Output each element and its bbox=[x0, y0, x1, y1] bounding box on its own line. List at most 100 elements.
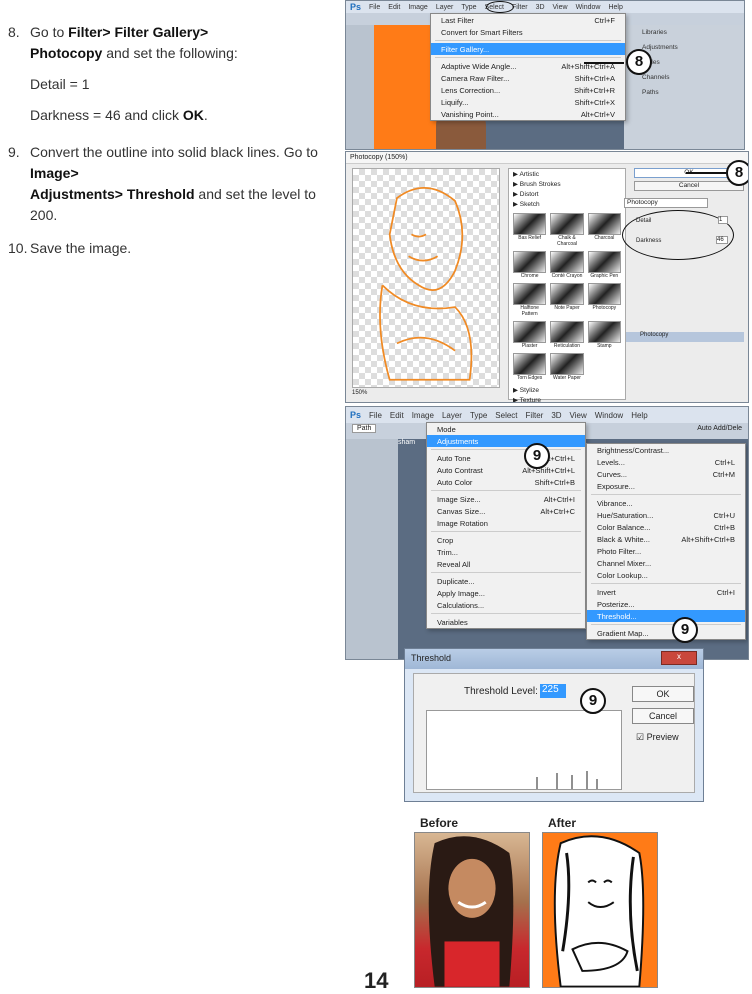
menu-item[interactable]: Image Rotation bbox=[427, 517, 585, 529]
menu-edit[interactable]: Edit bbox=[390, 411, 404, 420]
filter-thumb[interactable]: Note Paper bbox=[550, 283, 584, 317]
filter-thumb[interactable]: Water Paper bbox=[550, 353, 584, 381]
menu-item[interactable]: Photo Filter... bbox=[587, 545, 745, 557]
menu-item[interactable]: Crop bbox=[427, 534, 585, 546]
menu-item[interactable]: Color Balance... Ctrl+B bbox=[587, 521, 745, 533]
threshold-input[interactable]: 225 bbox=[540, 684, 566, 698]
filter-thumb[interactable]: Graphic Pen bbox=[587, 251, 621, 279]
filter-folder[interactable]: ▶ Artistic bbox=[509, 169, 625, 179]
cancel-button[interactable]: Cancel bbox=[634, 181, 744, 191]
menu-layer[interactable]: Layer bbox=[436, 4, 454, 11]
filter-thumb[interactable]: Reticulation bbox=[550, 321, 584, 349]
menu-view[interactable]: View bbox=[553, 4, 568, 11]
menu-item[interactable]: Hue/Saturation... Ctrl+U bbox=[587, 509, 745, 521]
menu-item[interactable]: Camera Raw Filter... Shift+Ctrl+A bbox=[431, 72, 625, 84]
path-select[interactable]: Path bbox=[352, 424, 377, 433]
zoom-level[interactable]: 150% bbox=[352, 390, 367, 396]
menu-item[interactable]: Convert for Smart Filters bbox=[431, 26, 625, 38]
filter-thumb[interactable]: Halftone Pattern bbox=[513, 283, 547, 317]
menu-item[interactable]: Gradient Map... bbox=[587, 627, 745, 639]
menu-image[interactable]: Image bbox=[412, 411, 434, 420]
menu-item[interactable]: Apply Image... bbox=[427, 587, 585, 599]
menu-view[interactable]: View bbox=[570, 411, 587, 420]
filter-select[interactable]: Photocopy bbox=[624, 198, 708, 208]
menu-item[interactable]: Curves... Ctrl+M bbox=[587, 468, 745, 480]
menu-item[interactable]: Canvas Size... Alt+Ctrl+C bbox=[427, 505, 585, 517]
menu-item[interactable]: Duplicate... bbox=[427, 575, 585, 587]
menu-type[interactable]: Type bbox=[461, 4, 476, 11]
detail-value[interactable]: 1 bbox=[718, 216, 728, 224]
filter-circle bbox=[486, 1, 514, 13]
menu-item[interactable]: Calculations... bbox=[427, 599, 585, 611]
menu-item[interactable]: Auto Color Shift+Ctrl+B bbox=[427, 476, 585, 488]
menu-item[interactable]: Reveal All bbox=[427, 558, 585, 570]
menu-item[interactable]: Liquify... Shift+Ctrl+X bbox=[431, 96, 625, 108]
menu-item[interactable]: Vanishing Point... Alt+Ctrl+V bbox=[431, 108, 625, 120]
filter-thumb[interactable]: Conté Crayon bbox=[550, 251, 584, 279]
menu-item[interactable]: Color Lookup... bbox=[587, 569, 745, 581]
menu-item-label: Posterize... bbox=[597, 599, 635, 609]
menu-file[interactable]: File bbox=[369, 4, 380, 11]
menu-item[interactable]: Variables bbox=[427, 616, 585, 628]
filter-thumb[interactable]: Plaster bbox=[513, 321, 547, 349]
checkmark-icon: ☑ bbox=[636, 732, 645, 742]
auto-add-delete[interactable]: Auto Add/Dele bbox=[697, 425, 742, 432]
menu-3d[interactable]: 3D bbox=[551, 411, 561, 420]
filter-thumb[interactable]: Chrome bbox=[513, 251, 547, 279]
filter-folder[interactable]: ▶ Stylize bbox=[509, 385, 625, 395]
preview-checkbox[interactable]: ☑ Preview bbox=[636, 732, 679, 743]
filter-thumb[interactable]: Charcoal bbox=[587, 213, 621, 247]
panel-item[interactable]: Libraries bbox=[624, 25, 744, 40]
menu-item[interactable]: Image Size... Alt+Ctrl+I bbox=[427, 493, 585, 505]
menu-item[interactable]: Auto Tone Shift+Ctrl+L bbox=[427, 452, 585, 464]
menu-file[interactable]: File bbox=[369, 411, 382, 420]
menu-item[interactable]: Vibrance... bbox=[587, 497, 745, 509]
menu-item[interactable]: Adjustments bbox=[427, 435, 585, 447]
menu-filter[interactable]: Filter bbox=[512, 4, 528, 11]
menu-layer[interactable]: Layer bbox=[442, 411, 462, 420]
menu-help[interactable]: Help bbox=[631, 411, 647, 420]
filter-folder[interactable]: ▶ Texture bbox=[509, 395, 625, 402]
filter-folder[interactable]: ▶ Distort bbox=[509, 189, 625, 199]
menu-item[interactable]: Exposure... bbox=[587, 480, 745, 492]
menu-item[interactable]: Trim... bbox=[427, 546, 585, 558]
menu-item[interactable]: Channel Mixer... bbox=[587, 557, 745, 569]
menu-filter[interactable]: Filter bbox=[526, 411, 544, 420]
filter-thumb[interactable]: Chalk & Charcoal bbox=[550, 213, 584, 247]
filter-thumb[interactable]: Torn Edges bbox=[513, 353, 547, 381]
menu-item[interactable]: Invert Ctrl+I bbox=[587, 586, 745, 598]
filter-thumb[interactable]: Photocopy bbox=[587, 283, 621, 317]
filter-folder[interactable]: ▶ Brush Strokes bbox=[509, 179, 625, 189]
menu-edit[interactable]: Edit bbox=[388, 4, 400, 11]
menu-separator bbox=[431, 613, 581, 614]
close-button[interactable]: x bbox=[661, 651, 697, 665]
menu-item[interactable]: Mode bbox=[427, 423, 585, 435]
menu-help[interactable]: Help bbox=[608, 4, 622, 11]
menu-type[interactable]: Type bbox=[470, 411, 487, 420]
menu-item[interactable]: Black & White... Alt+Shift+Ctrl+B bbox=[587, 533, 745, 545]
document-tab[interactable]: sham bbox=[398, 439, 426, 453]
darkness-value[interactable]: 46 bbox=[716, 236, 728, 244]
menu-select[interactable]: Select bbox=[495, 411, 517, 420]
menu-window[interactable]: Window bbox=[595, 411, 623, 420]
menu-item[interactable]: Threshold... bbox=[587, 610, 745, 622]
filter-folder[interactable]: ▶ Sketch bbox=[509, 199, 625, 209]
panel-item[interactable]: Paths bbox=[624, 85, 744, 100]
ok-button[interactable]: OK bbox=[632, 686, 694, 702]
menu-item[interactable]: Brightness/Contrast... bbox=[587, 444, 745, 456]
menu-item[interactable]: Levels... Ctrl+L bbox=[587, 456, 745, 468]
thumb-label: Reticulation bbox=[553, 343, 581, 349]
effect-layer[interactable]: Photocopy bbox=[626, 332, 744, 342]
menu-window[interactable]: Window bbox=[576, 4, 601, 11]
menu-3d[interactable]: 3D bbox=[536, 4, 545, 11]
menu-item[interactable]: Last Filter Ctrl+F bbox=[431, 14, 625, 26]
filter-thumb[interactable]: Bas Relief bbox=[513, 213, 547, 247]
menu-item[interactable]: Posterize... bbox=[587, 598, 745, 610]
menu-item[interactable]: Auto Contrast Alt+Shift+Ctrl+L bbox=[427, 464, 585, 476]
menu-item[interactable]: Filter Gallery... bbox=[431, 43, 625, 55]
cancel-button[interactable]: Cancel bbox=[632, 708, 694, 724]
filter-list[interactable]: ▶ Artistic ▶ Brush Strokes ▶ Distort ▶ Sket… bbox=[508, 168, 626, 402]
filter-thumb[interactable]: Stamp bbox=[587, 321, 621, 349]
menu-image[interactable]: Image bbox=[408, 4, 427, 11]
menu-item[interactable]: Lens Correction... Shift+Ctrl+R bbox=[431, 84, 625, 96]
